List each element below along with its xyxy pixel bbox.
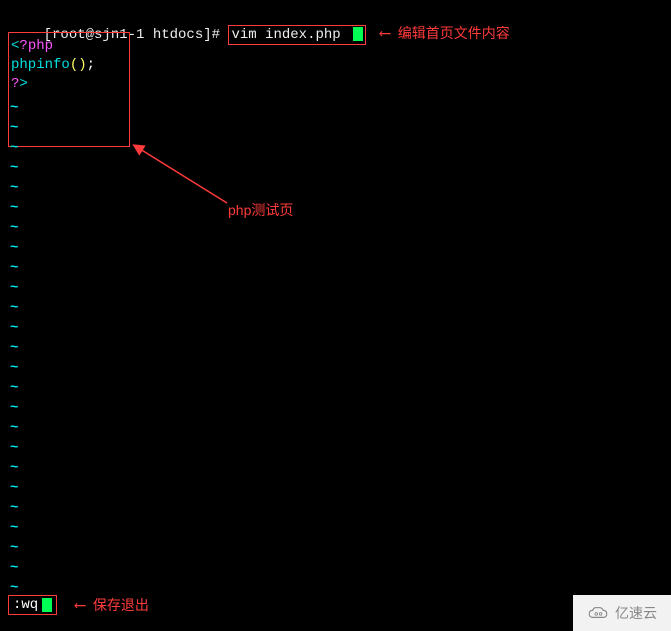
arrow-left-icon: ⟵	[380, 25, 390, 43]
typed-command: vim index.php	[231, 27, 349, 43]
tilde-line: ~	[10, 538, 18, 558]
tilde-line: ~	[10, 98, 18, 118]
php-function: phpinfo	[11, 57, 70, 73]
terminal-window: [root@sjn1-1 htdocs]# vim index.php ⟵编辑首…	[0, 0, 671, 631]
tilde-line: ~	[10, 398, 18, 418]
tilde-line: ~	[10, 198, 18, 218]
cursor-icon	[42, 598, 52, 612]
tilde-line: ~	[10, 418, 18, 438]
php-semicolon: ;	[87, 57, 95, 73]
tilde-line: ~	[10, 338, 18, 358]
tilde-line: ~	[10, 318, 18, 338]
tilde-line: ~	[10, 118, 18, 138]
php-close-angle: >	[19, 76, 27, 92]
php-code-box: <?php phpinfo(); ?>	[8, 32, 130, 147]
tilde-line: ~	[10, 298, 18, 318]
tilde-line: ~	[10, 178, 18, 198]
arrow-left-icon: ⟵	[75, 595, 85, 615]
tilde-line: ~	[10, 278, 18, 298]
vim-command-line[interactable]: :wq ⟵ 保存退出	[8, 595, 149, 615]
tilde-line: ~	[10, 138, 18, 158]
php-parens: ()	[70, 57, 87, 73]
tilde-line: ~	[10, 458, 18, 478]
cursor-icon	[353, 27, 363, 41]
annotation-test-page: php测试页	[228, 200, 293, 220]
cloud-icon	[587, 606, 609, 620]
tilde-line: ~	[10, 438, 18, 458]
tilde-line: ~	[10, 218, 18, 238]
tilde-line: ~	[10, 378, 18, 398]
tilde-line: ~	[10, 238, 18, 258]
tilde-line: ~	[10, 158, 18, 178]
php-keyword: php	[28, 38, 53, 54]
wq-highlight-box: :wq	[8, 595, 57, 615]
tilde-line: ~	[10, 478, 18, 498]
tilde-line: ~	[10, 558, 18, 578]
watermark-text: 亿速云	[615, 603, 657, 623]
command-highlight-box: vim index.php	[228, 25, 366, 45]
php-open-question: ?	[19, 38, 27, 54]
vim-wq-command: :wq	[13, 597, 38, 613]
annotation-edit-file: 编辑首页文件内容	[398, 25, 510, 41]
tilde-line: ~	[10, 518, 18, 538]
tilde-line: ~	[10, 258, 18, 278]
tilde-line: ~	[10, 358, 18, 378]
vim-tilde-column: ~ ~ ~ ~ ~ ~ ~ ~ ~ ~ ~ ~ ~ ~ ~ ~ ~ ~ ~ ~ …	[10, 98, 18, 598]
watermark-badge: 亿速云	[573, 595, 671, 631]
arrow-diagonal-icon	[132, 143, 232, 218]
tilde-line: ~	[10, 498, 18, 518]
annotation-save-exit: 保存退出	[93, 595, 149, 615]
